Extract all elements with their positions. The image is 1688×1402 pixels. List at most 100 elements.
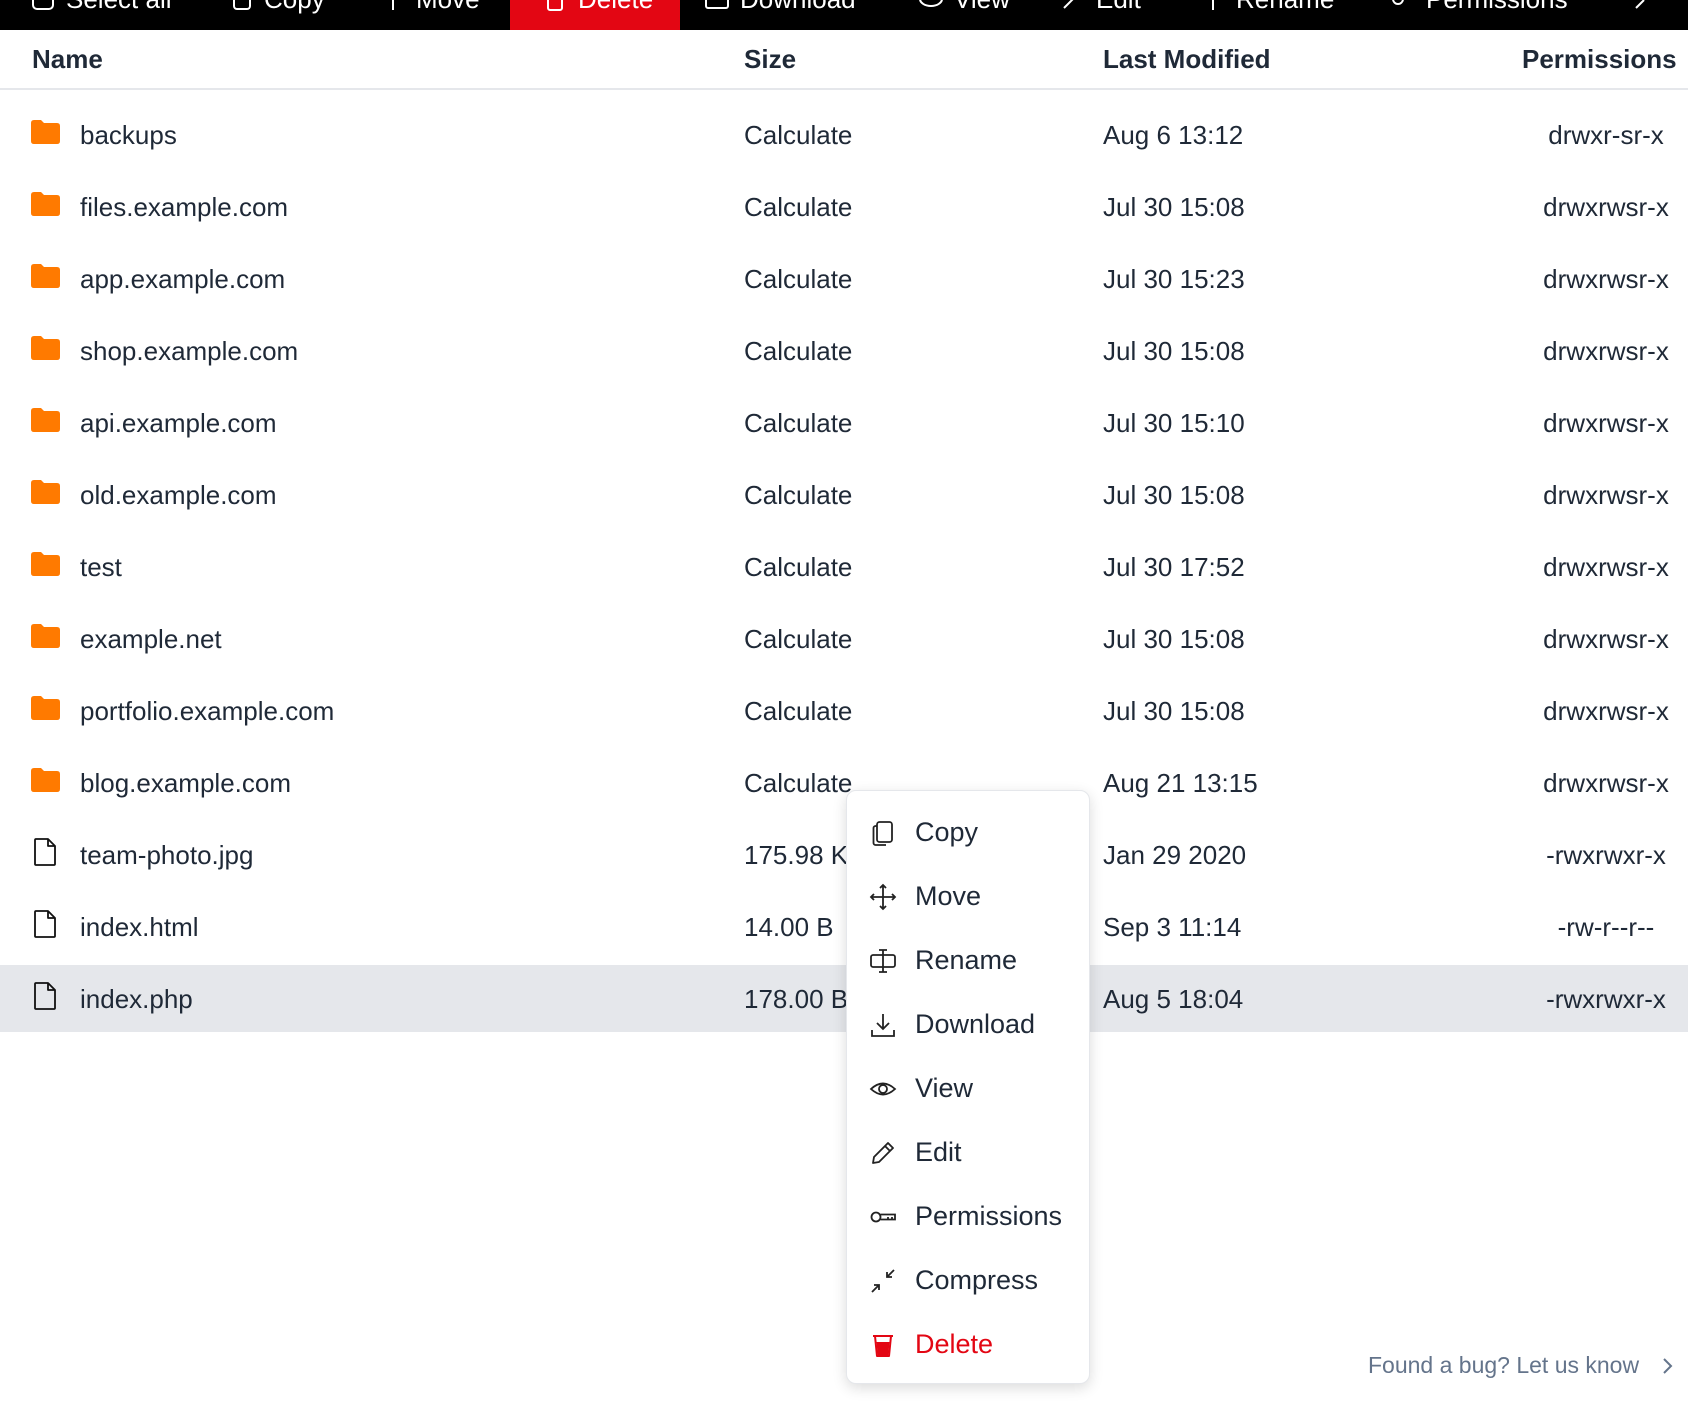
- file-size[interactable]: Calculate: [744, 625, 852, 653]
- context-menu-label: Download: [915, 1009, 1036, 1039]
- file-permissions[interactable]: drwxrwsr-x: [1486, 409, 1688, 437]
- context-menu-rename[interactable]: Rename: [847, 933, 1089, 989]
- copy-button[interactable]: Copy: [228, 0, 325, 30]
- folder-icon: [31, 120, 60, 144]
- folder-icon: [31, 552, 60, 576]
- file-size[interactable]: Calculate: [744, 193, 852, 221]
- file-size[interactable]: Calculate: [744, 481, 852, 509]
- file-modified: Jan 29 2020: [1103, 840, 1247, 870]
- file-name[interactable]: test: [80, 553, 122, 581]
- file-permissions[interactable]: -rw-r--r--: [1486, 913, 1688, 941]
- file-name[interactable]: files.example.com: [80, 193, 288, 221]
- download-button[interactable]: Download: [704, 0, 856, 30]
- context-menu-edit[interactable]: Edit: [847, 1125, 1089, 1181]
- edit-button[interactable]: Edit: [1060, 0, 1141, 30]
- column-header-permissions[interactable]: Permissions: [1522, 44, 1677, 75]
- context-menu-label: Edit: [915, 1137, 962, 1167]
- rename-label: Rename: [1236, 0, 1334, 12]
- context-menu-view[interactable]: View: [847, 1061, 1089, 1117]
- rename-icon: [870, 949, 896, 973]
- folder-icon: [31, 768, 60, 792]
- view-button[interactable]: View: [918, 0, 1010, 30]
- table-row[interactable]: app.example.com Calculate Jul 30 15:23 drwx…: [0, 245, 1688, 312]
- file-size[interactable]: Calculate: [744, 337, 852, 365]
- file-icon: [34, 910, 56, 938]
- context-menu-move[interactable]: Move: [847, 869, 1089, 925]
- context-menu-copy[interactable]: Copy: [847, 805, 1089, 861]
- file-name[interactable]: index.php: [80, 985, 193, 1013]
- file-permissions[interactable]: drwxrwsr-x: [1486, 625, 1688, 653]
- table-row[interactable]: shop.example.com Calculate Jul 30 15:08 drw…: [0, 317, 1688, 384]
- file-name[interactable]: api.example.com: [80, 409, 277, 437]
- table-row[interactable]: test Calculate Jul 30 17:52 drwxrwsr-x: [0, 533, 1688, 600]
- context-menu-label: Compress: [915, 1265, 1039, 1295]
- file-modified: Aug 5 18:04: [1103, 984, 1244, 1014]
- column-header-name[interactable]: Name: [32, 44, 103, 75]
- file-name[interactable]: team-photo.jpg: [80, 841, 253, 869]
- table-row[interactable]: team-photo.jpg 175.98 K Jan 29 2020 -rwxrwx…: [0, 821, 1688, 888]
- file-size[interactable]: Calculate: [744, 769, 852, 797]
- permissions-button[interactable]: Permissions: [1390, 0, 1568, 30]
- compress-button[interactable]: [1632, 0, 1658, 30]
- move-icon: [392, 0, 394, 10]
- file-name[interactable]: backups: [80, 121, 177, 149]
- context-menu-label: Rename: [915, 945, 1018, 975]
- file-size[interactable]: Calculate: [744, 553, 852, 581]
- file-permissions[interactable]: drwxrwsr-x: [1486, 769, 1688, 797]
- select-all-button[interactable]: Select all: [30, 0, 172, 30]
- compress-icon: [1635, 0, 1645, 9]
- file-size[interactable]: Calculate: [744, 121, 852, 149]
- file-name[interactable]: portfolio.example.com: [80, 697, 334, 725]
- file-size[interactable]: Calculate: [744, 409, 852, 437]
- file-permissions[interactable]: drwxrwsr-x: [1486, 481, 1688, 509]
- table-row[interactable]: old.example.com Calculate Jul 30 15:08 drwx…: [0, 461, 1688, 528]
- context-menu-delete[interactable]: Delete: [847, 1317, 1089, 1373]
- context-menu-permissions[interactable]: Permissions: [847, 1189, 1089, 1245]
- table-row[interactable]: example.net Calculate Jul 30 15:08 drwxrwsr…: [0, 605, 1688, 672]
- context-menu-download[interactable]: Download: [847, 997, 1089, 1053]
- select-all-label: Select all: [66, 0, 172, 12]
- table-row[interactable]: portfolio.example.com Calculate Jul 30 15:…: [0, 677, 1688, 744]
- file-permissions[interactable]: drwxr-sr-x: [1486, 121, 1688, 149]
- bug-report-link[interactable]: Found a bug? Let us know: [1368, 1352, 1639, 1379]
- file-permissions[interactable]: -rwxrwxr-x: [1486, 841, 1688, 869]
- table-row[interactable]: files.example.com Calculate Jul 30 15:08 dr…: [0, 173, 1688, 240]
- file-permissions[interactable]: drwxrwsr-x: [1486, 337, 1688, 365]
- file-permissions[interactable]: drwxrwsr-x: [1486, 193, 1688, 221]
- file-name[interactable]: index.html: [80, 913, 199, 941]
- rename-button[interactable]: Rename: [1200, 0, 1334, 30]
- file-modified: Sep 3 11:14: [1103, 912, 1242, 942]
- file-size[interactable]: Calculate: [744, 697, 852, 725]
- folder-icon: [31, 696, 60, 720]
- view-label: View: [954, 0, 1010, 12]
- file-name[interactable]: example.net: [80, 625, 222, 653]
- file-permissions[interactable]: -rwxrwxr-x: [1486, 985, 1688, 1013]
- trash-icon: [873, 1335, 893, 1357]
- copy-icon: [872, 821, 893, 846]
- context-menu-compress[interactable]: Compress: [847, 1253, 1089, 1309]
- folder-icon: [31, 624, 60, 648]
- copy-label: Copy: [264, 0, 325, 12]
- file-permissions[interactable]: drwxrwsr-x: [1486, 697, 1688, 725]
- table-row[interactable]: blog.example.com Calculate Aug 21 13:15 drw…: [0, 749, 1688, 816]
- file-name[interactable]: shop.example.com: [80, 337, 298, 365]
- file-permissions[interactable]: drwxrwsr-x: [1486, 553, 1688, 581]
- table-row[interactable]: api.example.com Calculate Jul 30 15:10 drwx…: [0, 389, 1688, 456]
- file-name[interactable]: old.example.com: [80, 481, 277, 509]
- move-button[interactable]: Move: [380, 0, 480, 30]
- file-size[interactable]: Calculate: [744, 265, 852, 293]
- folder-icon: [31, 408, 60, 432]
- table-row[interactable]: index.html 14.00 B Sep 3 11:14 -rw-r--r--: [0, 893, 1688, 960]
- table-row[interactable]: backups Calculate Aug 6 13:12 drwxr-sr-x: [0, 101, 1688, 168]
- file-permissions[interactable]: drwxrwsr-x: [1486, 265, 1688, 293]
- column-header-last-modified[interactable]: Last Modified: [1103, 44, 1271, 75]
- file-name[interactable]: app.example.com: [80, 265, 285, 293]
- delete-button[interactable]: Delete: [510, 0, 680, 30]
- table-header: Name Size Last Modified Permissions: [0, 30, 1688, 90]
- table-row[interactable]: index.php 178.00 B Aug 5 18:04 -rwxrwxr-x: [0, 965, 1688, 1032]
- file-modified: Jul 30 15:08: [1103, 336, 1245, 366]
- context-menu: Copy Move Rename Download View Edit Perm…: [846, 790, 1090, 1384]
- permissions-label: Permissions: [1426, 0, 1568, 12]
- file-name[interactable]: blog.example.com: [80, 769, 291, 797]
- column-header-size[interactable]: Size: [744, 44, 796, 75]
